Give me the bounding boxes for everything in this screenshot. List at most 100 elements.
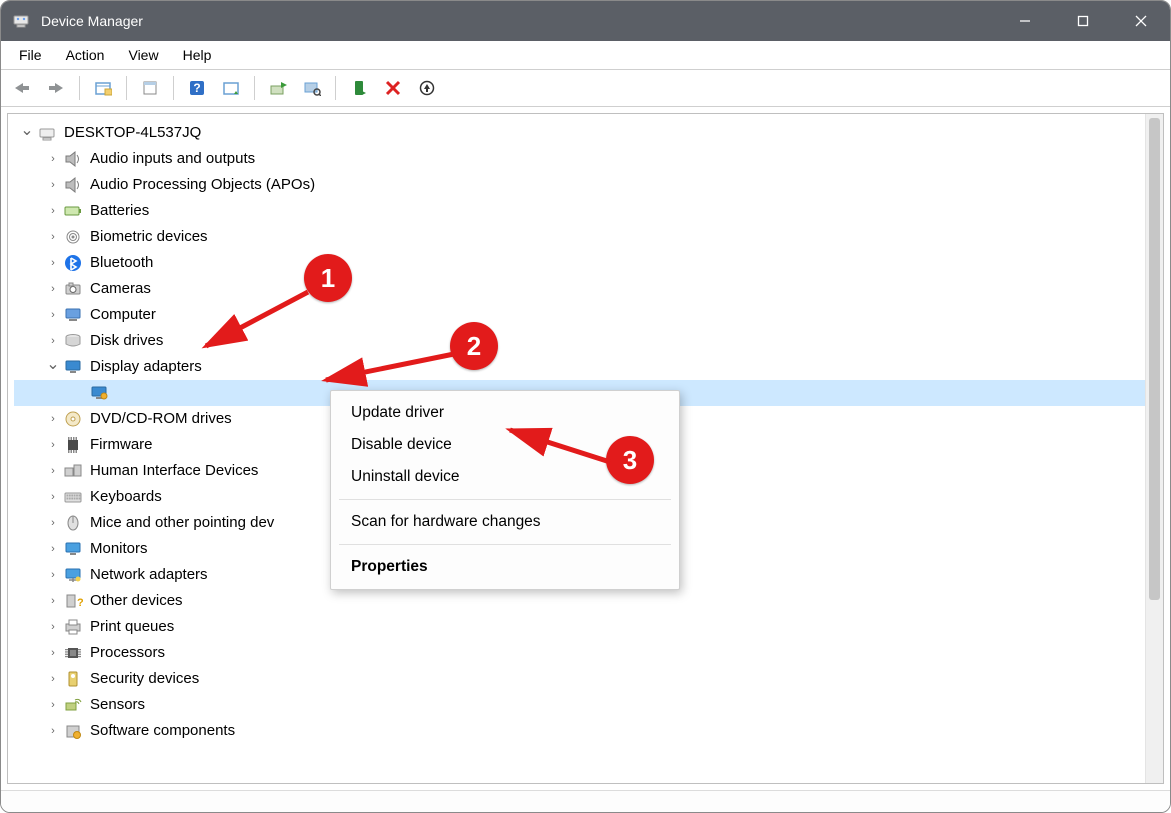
computer-icon <box>62 305 84 325</box>
tree-node-label: Print queues <box>90 614 174 640</box>
ctx-scan-hardware[interactable]: Scan for hardware changes <box>331 506 679 538</box>
tree-node-sensors[interactable]: ›Sensors <box>14 692 1145 718</box>
tree-node-label: Display adapters <box>90 354 202 380</box>
chevron-right-icon[interactable]: › <box>44 328 62 354</box>
tree-node-processors[interactable]: › Processors <box>14 640 1145 666</box>
ctx-properties[interactable]: Properties <box>331 551 679 583</box>
show-hidden-button[interactable] <box>88 74 118 102</box>
tree-node-software-components[interactable]: ›Software components <box>14 718 1145 744</box>
chevron-right-icon[interactable]: › <box>44 432 62 458</box>
keyboard-icon <box>62 487 84 507</box>
uninstall-device-button[interactable] <box>412 74 442 102</box>
toolbar-separator <box>173 76 174 100</box>
chevron-right-icon[interactable]: › <box>44 146 62 172</box>
network-icon <box>62 565 84 585</box>
tree-node-cameras[interactable]: › Cameras <box>14 276 1145 302</box>
chevron-right-icon[interactable]: › <box>44 588 62 614</box>
speaker-icon <box>62 175 84 195</box>
chevron-right-icon[interactable]: › <box>44 718 62 744</box>
maximize-button[interactable] <box>1054 1 1112 41</box>
statusbar <box>1 790 1170 812</box>
chevron-right-icon[interactable]: › <box>44 224 62 250</box>
tree-node-label: Monitors <box>90 536 148 562</box>
speaker-icon <box>62 149 84 169</box>
chevron-right-icon[interactable]: › <box>44 484 62 510</box>
camera-icon <box>62 279 84 299</box>
tree-node-audio-processing-objects-apos-[interactable]: ›Audio Processing Objects (APOs) <box>14 172 1145 198</box>
vertical-scrollbar[interactable] <box>1145 114 1163 783</box>
tree-node-label: Cameras <box>90 276 151 302</box>
tree-node-label: Mice and other pointing dev <box>90 510 274 536</box>
ctx-update-driver[interactable]: Update driver <box>331 397 679 429</box>
chevron-down-icon[interactable]: ⌄ <box>44 352 62 378</box>
firmware-icon <box>62 435 84 455</box>
chevron-right-icon[interactable]: › <box>44 172 62 198</box>
back-button[interactable] <box>7 74 37 102</box>
chevron-right-icon[interactable]: › <box>44 536 62 562</box>
minimize-button[interactable] <box>996 1 1054 41</box>
battery-icon <box>62 201 84 221</box>
tree-node-other-devices[interactable]: ›?Other devices <box>14 588 1145 614</box>
svg-text:?: ? <box>193 81 200 95</box>
gpu-icon <box>88 383 110 403</box>
menu-help[interactable]: Help <box>171 43 224 67</box>
window-title: Device Manager <box>41 13 996 29</box>
tree-node-bluetooth[interactable]: ›Bluetooth <box>14 250 1145 276</box>
chevron-right-icon[interactable]: › <box>44 666 62 692</box>
tree-node-print-queues[interactable]: › Print queues <box>14 614 1145 640</box>
chevron-right-icon[interactable]: › <box>44 640 62 666</box>
tree-node-disk-drives[interactable]: ›Disk drives <box>14 328 1145 354</box>
menu-action[interactable]: Action <box>54 43 117 67</box>
chevron-right-icon[interactable]: › <box>44 510 62 536</box>
ctx-separator <box>339 544 671 545</box>
chevron-right-icon[interactable]: › <box>44 692 62 718</box>
tree-node-root[interactable]: ⌄DESKTOP-4L537JQ <box>14 120 1145 146</box>
scrollbar-thumb[interactable] <box>1149 118 1160 600</box>
chevron-right-icon[interactable]: › <box>44 276 62 302</box>
tree-node-label: Audio inputs and outputs <box>90 146 255 172</box>
bluetooth-icon <box>62 253 84 273</box>
disk-icon <box>62 331 84 351</box>
menu-file[interactable]: File <box>7 43 54 67</box>
chevron-right-icon[interactable]: › <box>44 614 62 640</box>
menu-view[interactable]: View <box>116 43 170 67</box>
chevron-right-icon[interactable]: › <box>44 198 62 224</box>
chevron-down-icon[interactable]: ⌄ <box>18 118 36 144</box>
tree-node-display-adapters[interactable]: ⌄ Display adapters <box>14 354 1145 380</box>
tree-node-label: Batteries <box>90 198 149 224</box>
toolbar: ? <box>1 69 1170 107</box>
root-icon <box>36 123 58 143</box>
tree-node-label: Processors <box>90 640 165 666</box>
properties-button[interactable] <box>135 74 165 102</box>
action-center-button[interactable] <box>216 74 246 102</box>
enable-device-button[interactable] <box>344 74 374 102</box>
chevron-right-icon[interactable]: › <box>44 302 62 328</box>
help-button[interactable]: ? <box>182 74 212 102</box>
chevron-right-icon[interactable]: › <box>44 562 62 588</box>
update-driver-button[interactable] <box>263 74 293 102</box>
context-menu: Update driver Disable device Uninstall d… <box>330 390 680 590</box>
tree-node-batteries[interactable]: › Batteries <box>14 198 1145 224</box>
titlebar: Device Manager <box>1 1 1170 41</box>
annotation-badge-2: 2 <box>450 322 498 370</box>
toolbar-separator <box>335 76 336 100</box>
security-icon <box>62 669 84 689</box>
chevron-right-icon[interactable]: › <box>44 406 62 432</box>
tree-node-label: Firmware <box>90 432 153 458</box>
chevron-right-icon[interactable]: › <box>44 458 62 484</box>
tree-node-security-devices[interactable]: › Security devices <box>14 666 1145 692</box>
tree-node-label: Network adapters <box>90 562 208 588</box>
tree-node-label: Keyboards <box>90 484 162 510</box>
chevron-right-icon[interactable]: › <box>44 250 62 276</box>
tree-node-computer[interactable]: › Computer <box>14 302 1145 328</box>
tree-node-biometric-devices[interactable]: ›Biometric devices <box>14 224 1145 250</box>
tree-node-label: Computer <box>90 302 156 328</box>
forward-button[interactable] <box>41 74 71 102</box>
scan-hardware-button[interactable] <box>297 74 327 102</box>
disable-device-button[interactable] <box>378 74 408 102</box>
tree-node-audio-inputs-and-outputs[interactable]: › Audio inputs and outputs <box>14 146 1145 172</box>
hid-icon <box>62 461 84 481</box>
tree-node-label: Security devices <box>90 666 199 692</box>
close-button[interactable] <box>1112 1 1170 41</box>
svg-text:?: ? <box>77 597 83 609</box>
